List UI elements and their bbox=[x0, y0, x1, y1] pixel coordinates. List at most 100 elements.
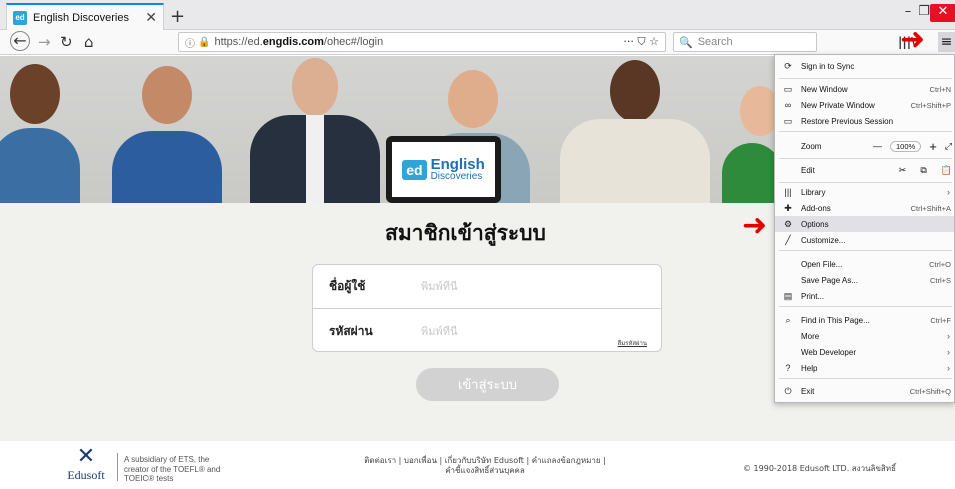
url-bar[interactable]: ⓘ 🔒 https://ed.engdis.com/ohec#/login ··… bbox=[178, 32, 666, 52]
person-figure bbox=[250, 56, 380, 203]
forward-button[interactable]: → bbox=[38, 33, 51, 51]
login-button[interactable]: เข้าสู่ระบบ bbox=[416, 368, 559, 401]
menu-label: Sign in to Sync bbox=[801, 61, 855, 71]
footer-links-line1[interactable]: ติดต่อเรา | บอกเพื่อน | เกี่ยวกับบริษัท … bbox=[340, 456, 630, 466]
new-tab-button[interactable]: + bbox=[170, 6, 185, 27]
menu-restore-session[interactable]: ▭ Restore Previous Session bbox=[775, 113, 954, 129]
puzzle-piece-icon: ✚ bbox=[784, 202, 792, 213]
gear-icon: ⚙ bbox=[783, 218, 793, 229]
menu-separator bbox=[779, 78, 952, 79]
menu-library[interactable]: ||| Library › bbox=[775, 184, 954, 200]
zoom-out-button[interactable]: — bbox=[873, 141, 882, 151]
fullscreen-icon[interactable]: ⤢ bbox=[945, 141, 952, 152]
url-text: https://ed.engdis.com/ohec#/login bbox=[214, 36, 383, 48]
close-window-button[interactable]: ✕ bbox=[930, 4, 955, 22]
paste-icon[interactable]: 📋 bbox=[941, 165, 952, 176]
ed-logo-line2: Discoveries bbox=[430, 171, 483, 182]
menu-label: New Window bbox=[801, 84, 848, 94]
menu-label: Find in This Page... bbox=[801, 315, 870, 325]
person-figure bbox=[560, 56, 710, 203]
cut-icon[interactable]: ✂ bbox=[899, 165, 907, 176]
menu-more[interactable]: More › bbox=[775, 328, 954, 344]
menu-shortcut: Ctrl+Shift+Q bbox=[909, 386, 951, 396]
menu-new-private-window[interactable]: ∞ New Private Window Ctrl+Shift+P bbox=[775, 97, 954, 113]
menu-separator bbox=[779, 182, 952, 183]
menu-separator bbox=[779, 158, 952, 159]
menu-web-developer[interactable]: Web Developer › bbox=[775, 344, 954, 360]
menu-help[interactable]: ? Help › bbox=[775, 360, 954, 376]
menu-options[interactable]: ⚙ Options bbox=[775, 216, 954, 232]
chevron-right-icon: › bbox=[947, 331, 950, 341]
back-button[interactable]: ← bbox=[10, 31, 30, 51]
minimize-button[interactable]: – bbox=[898, 4, 918, 22]
lock-icon: 🔒 bbox=[198, 36, 211, 48]
ed-logo-line1: English bbox=[430, 156, 485, 173]
search-placeholder: Search bbox=[697, 36, 733, 48]
open-menu-button[interactable]: ≡ bbox=[938, 32, 955, 52]
url-prefix: https://ed. bbox=[214, 36, 263, 48]
menu-label: Add-ons bbox=[801, 203, 831, 213]
menu-exit[interactable]: ⏻ Exit Ctrl+Shift+Q bbox=[775, 383, 954, 399]
tab-close-icon[interactable]: ✕ bbox=[145, 10, 157, 26]
tablet-logo: ed English Discoveries bbox=[386, 136, 501, 203]
home-button[interactable]: ⌂ bbox=[84, 33, 94, 51]
footer-links-line2[interactable]: คำชี้แจงสิทธิ์ส่วนบุคคล bbox=[340, 466, 630, 476]
menu-label: Restore Previous Session bbox=[801, 116, 894, 126]
password-label: รหัสผ่าน bbox=[329, 323, 373, 338]
help-icon: ? bbox=[785, 363, 791, 373]
printer-icon: ▤ bbox=[783, 290, 793, 301]
search-icon: 🔍 bbox=[679, 36, 693, 49]
info-icon[interactable]: ⓘ bbox=[185, 35, 195, 50]
menu-label: Options bbox=[801, 219, 829, 229]
menu-zoom-row: Zoom — 100% + ⤢ bbox=[775, 137, 954, 155]
chevron-right-icon: › bbox=[947, 363, 950, 373]
page-actions-icon[interactable]: ··· ⛉ ☆ bbox=[623, 35, 659, 49]
library-icon: ||| bbox=[784, 187, 792, 197]
menu-shortcut: Ctrl+F bbox=[930, 315, 951, 325]
zoom-reset-button[interactable]: 100% bbox=[890, 140, 922, 152]
site-favicon-icon: ed bbox=[13, 10, 27, 25]
url-path: /ohec#/login bbox=[323, 36, 384, 48]
username-row: ชื่อผู้ใช้ bbox=[313, 265, 661, 309]
red-arrow-icon: ➜ bbox=[742, 208, 768, 243]
subsidiary-text: A subsidiary of ETS, the creator of the … bbox=[124, 455, 221, 484]
power-icon: ⏻ bbox=[784, 385, 792, 396]
forgot-password-link[interactable]: ลืมรหัสผ่าน bbox=[618, 338, 647, 348]
menu-edit-row: Edit ✂ ⧉ 📋 bbox=[775, 161, 954, 179]
menu-separator bbox=[779, 306, 952, 307]
menu-save-page[interactable]: Save Page As... Ctrl+S bbox=[775, 272, 954, 288]
menu-shortcut: Ctrl+Shift+A bbox=[910, 203, 951, 213]
username-input[interactable] bbox=[421, 280, 621, 293]
url-domain: engdis.com bbox=[262, 36, 324, 48]
password-input[interactable] bbox=[421, 324, 621, 338]
menu-print[interactable]: ▤ Print... bbox=[775, 288, 954, 304]
menu-label: Help bbox=[801, 363, 818, 373]
search-bar[interactable]: 🔍 Search bbox=[673, 32, 817, 52]
login-form: ชื่อผู้ใช้ รหัสผ่าน ลืมรหัสผ่าน bbox=[312, 264, 662, 352]
menu-open-file[interactable]: Open File... Ctrl+O bbox=[775, 256, 954, 272]
menu-label: Print... bbox=[801, 291, 825, 301]
app-menu-panel: ⟳ Sign in to Sync ▭ New Window Ctrl+N ∞ New … bbox=[774, 54, 955, 403]
edusoft-logo: ✕ Edusoft bbox=[60, 446, 112, 483]
username-label: ชื่อผู้ใช้ bbox=[329, 279, 366, 293]
person-figure bbox=[112, 56, 222, 203]
person-figure bbox=[722, 56, 782, 203]
ed-logo-badge: ed bbox=[402, 159, 427, 180]
copy-icon[interactable]: ⧉ bbox=[920, 165, 926, 176]
menu-addons[interactable]: ✚ Add-ons Ctrl+Shift+A bbox=[775, 200, 954, 216]
zoom-in-button[interactable]: + bbox=[929, 139, 937, 154]
footer-links: ติดต่อเรา | บอกเพื่อน | เกี่ยวกับบริษัท … bbox=[340, 456, 630, 477]
menu-label: Save Page As... bbox=[801, 275, 858, 285]
menu-new-window[interactable]: ▭ New Window Ctrl+N bbox=[775, 81, 954, 97]
password-row: รหัสผ่าน ลืมรหัสผ่าน bbox=[313, 309, 661, 353]
tab-english-discoveries[interactable]: ed English Discoveries ✕ bbox=[6, 3, 164, 30]
menu-label: Web Developer bbox=[801, 347, 856, 357]
menu-customize[interactable]: ╱ Customize... bbox=[775, 232, 954, 248]
reload-button[interactable]: ↻ bbox=[60, 33, 73, 51]
menu-shortcut: Ctrl+S bbox=[929, 275, 951, 285]
menu-separator bbox=[779, 250, 952, 251]
menu-find[interactable]: ⌕ Find in This Page... Ctrl+F bbox=[775, 312, 954, 328]
menu-shortcut: Ctrl+O bbox=[929, 259, 951, 269]
menu-sign-in-sync[interactable]: ⟳ Sign in to Sync bbox=[775, 58, 954, 74]
menu-separator bbox=[779, 378, 952, 379]
